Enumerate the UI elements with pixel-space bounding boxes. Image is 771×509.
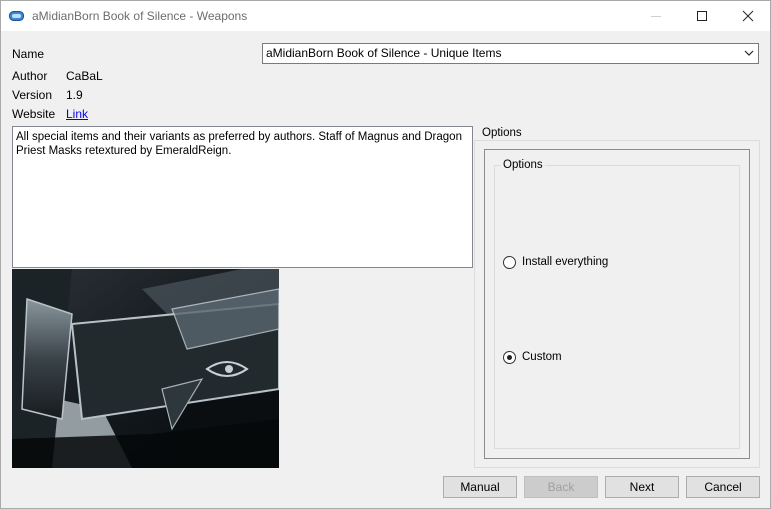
cancel-button[interactable]: Cancel (686, 476, 760, 498)
radio-circle[interactable] (503, 256, 516, 269)
chevron-down-icon (744, 50, 754, 56)
name-dropdown[interactable]: aMidianBorn Book of Silence - Unique Ite… (262, 43, 759, 64)
website-label: Website (12, 107, 56, 121)
close-button[interactable] (725, 1, 771, 31)
version-label: Version (12, 88, 53, 102)
preview-image (12, 269, 279, 468)
radio-selected-dot (507, 355, 512, 360)
maximize-icon (697, 11, 707, 21)
author-label: Author (12, 69, 48, 83)
manual-button[interactable]: Manual (443, 476, 517, 498)
maximize-button[interactable] (679, 1, 725, 31)
minimize-button[interactable] (633, 1, 679, 31)
minimize-icon (651, 16, 661, 17)
author-value: CaBaL (66, 69, 103, 83)
options-group-label: Options (501, 159, 545, 171)
title-bar[interactable]: aMidianBorn Book of Silence - Weapons (1, 1, 770, 31)
options-panel-label: Options (481, 127, 523, 139)
radio-circle[interactable] (503, 351, 516, 364)
installer-window: aMidianBorn Book of Silence - Weapons Na… (0, 0, 771, 509)
radio-label: Install everything (522, 256, 609, 268)
window-title: aMidianBorn Book of Silence - Weapons (32, 9, 248, 23)
description-box[interactable]: All special items and their variants as … (12, 126, 473, 268)
radio-label: Custom (522, 351, 562, 363)
website-link[interactable]: Link (66, 107, 88, 121)
back-button[interactable]: Back (524, 476, 598, 498)
app-logo-icon (9, 11, 24, 21)
name-dropdown-value: aMidianBorn Book of Silence - Unique Ite… (266, 46, 502, 60)
options-group (494, 165, 740, 449)
close-icon (742, 10, 754, 22)
name-label: Name (12, 47, 45, 61)
next-button[interactable]: Next (605, 476, 679, 498)
version-value: 1.9 (66, 88, 83, 102)
